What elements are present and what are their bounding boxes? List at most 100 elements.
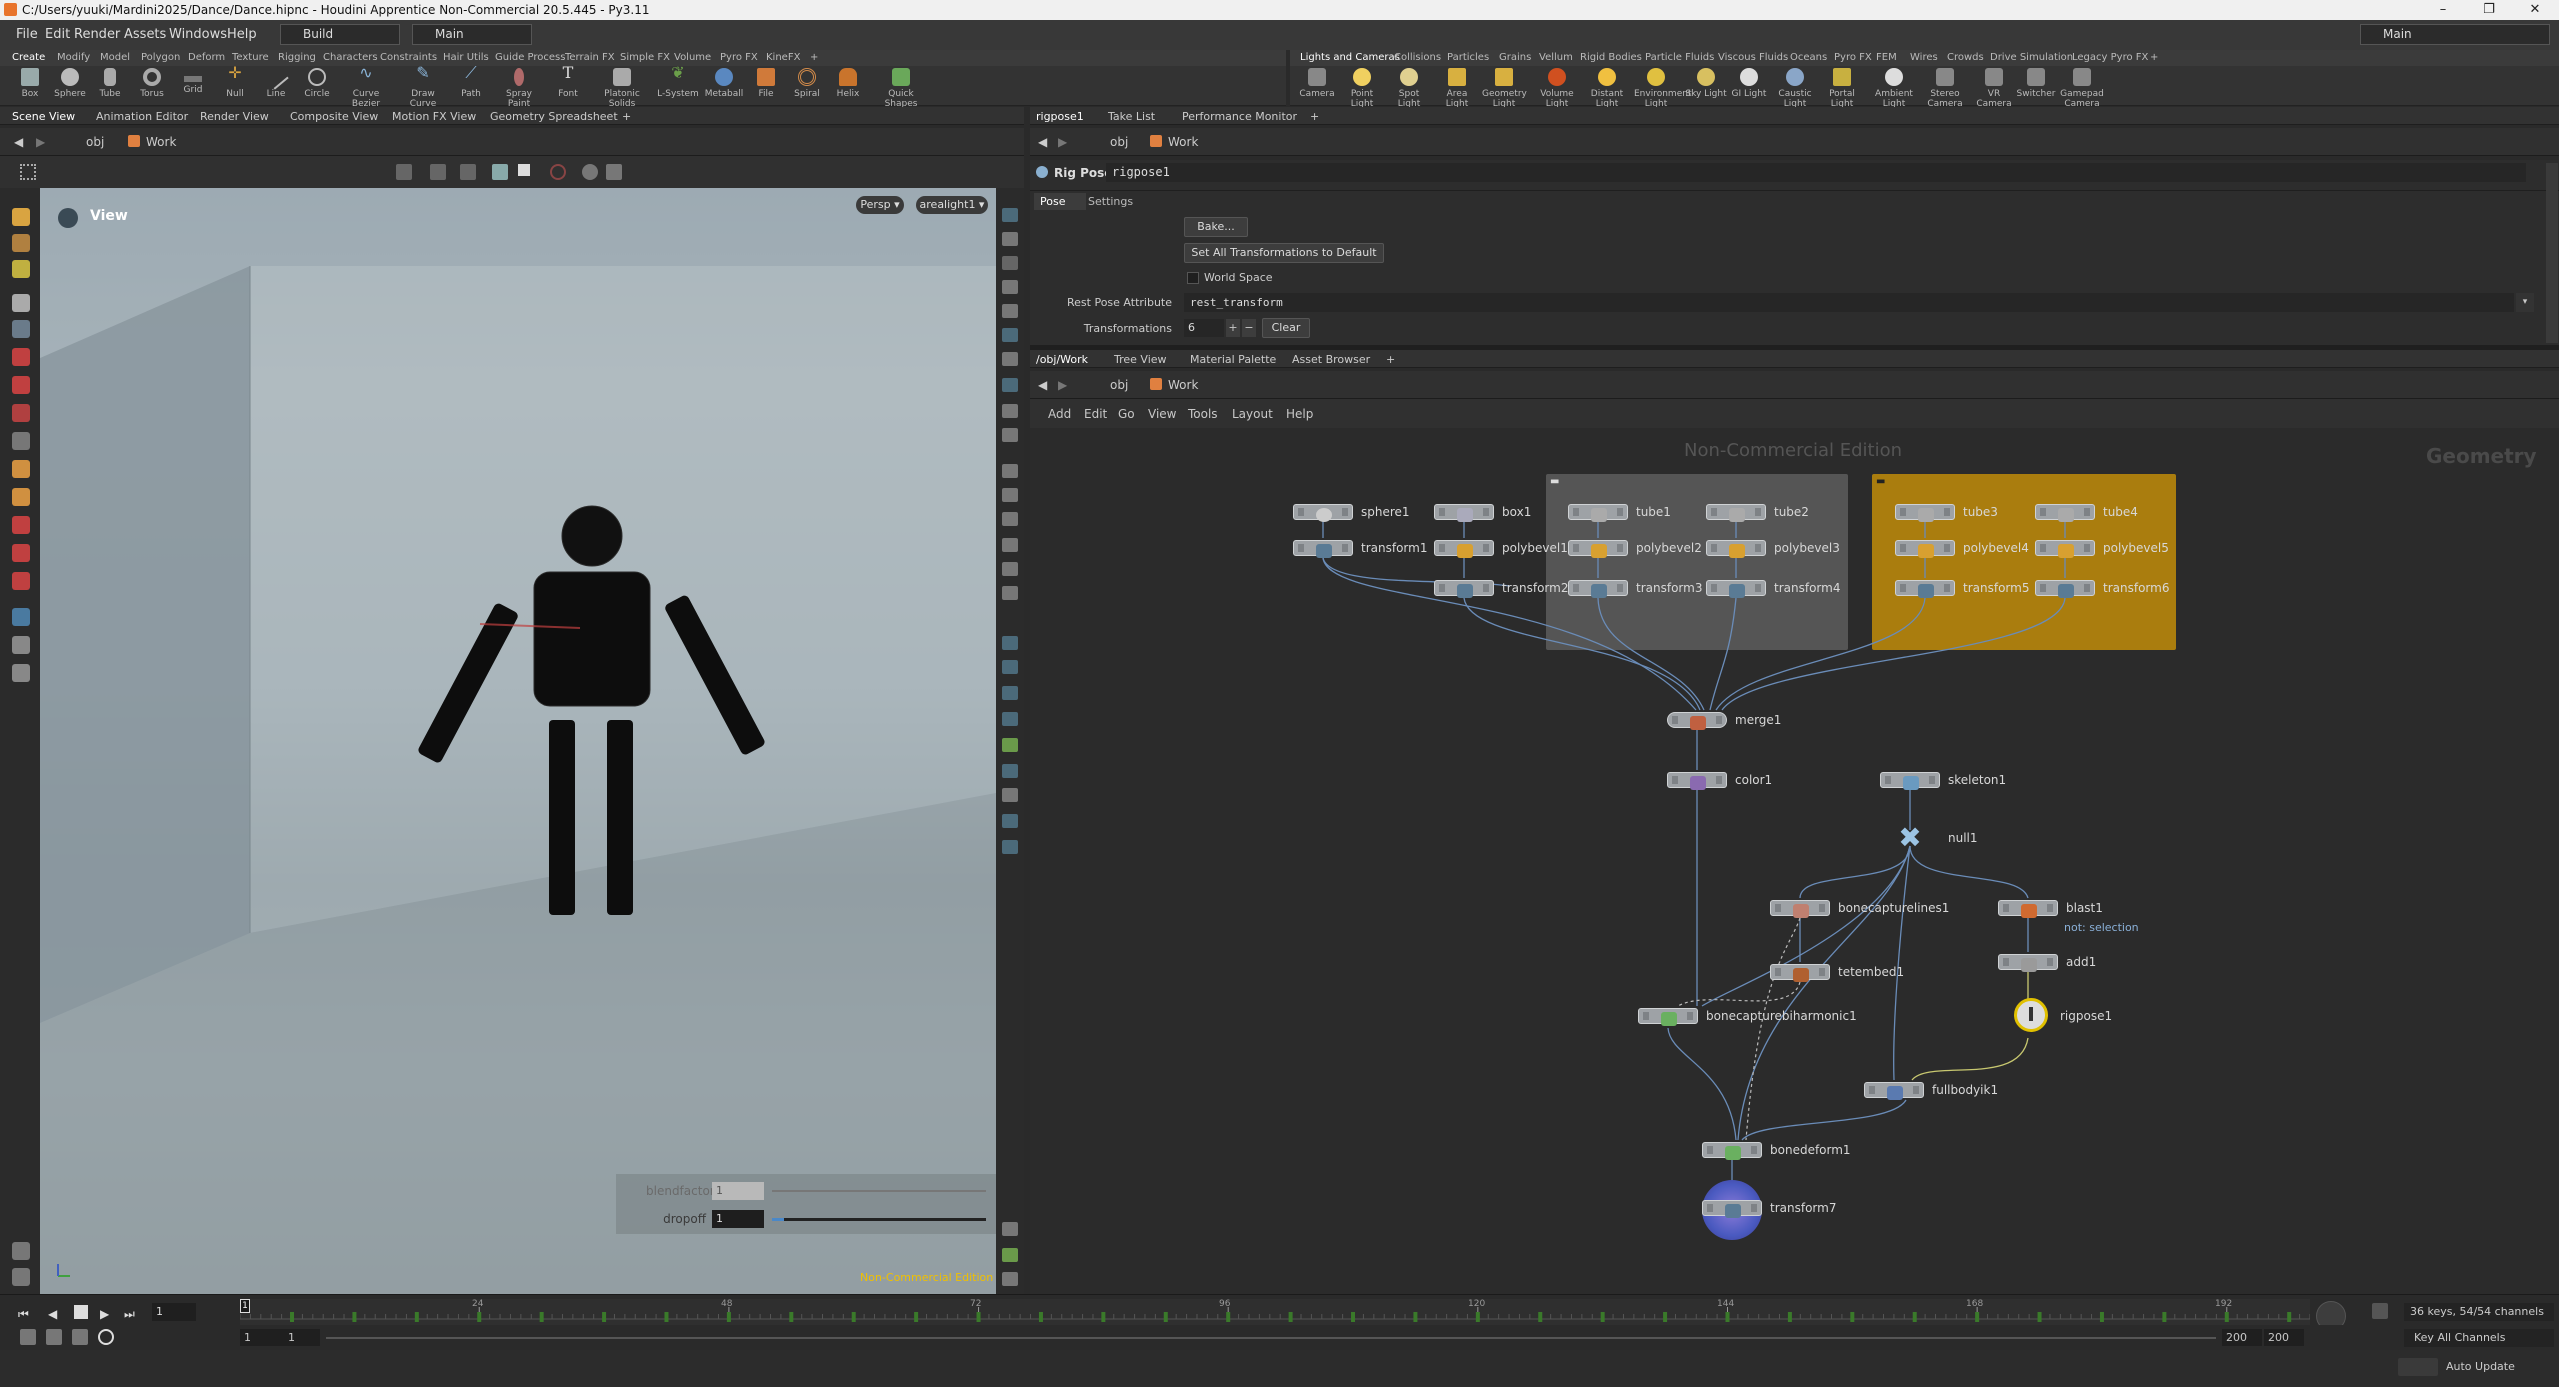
display-option-icon[interactable] <box>1002 488 1018 502</box>
net-menu-help[interactable]: Help <box>1286 407 1313 421</box>
keyframe-marker[interactable] <box>1912 1312 1917 1322</box>
keyframe-marker[interactable] <box>1538 1312 1543 1322</box>
tool-tube[interactable]: Tube <box>88 68 132 99</box>
keyframe-marker[interactable] <box>2099 1312 2104 1322</box>
path-obj[interactable]: obj <box>1110 135 1128 149</box>
rest-pose-menu-icon[interactable]: ▾ <box>2516 293 2534 312</box>
shelf-tab[interactable]: Modify <box>57 52 90 63</box>
node-transform6[interactable]: transform6 <box>2035 578 2169 598</box>
display-option-icon[interactable] <box>1002 232 1018 246</box>
node-transform5[interactable]: transform5 <box>1895 578 2029 598</box>
node-color1[interactable]: color1 <box>1667 770 1772 790</box>
keyframe-marker[interactable] <box>1975 1312 1980 1322</box>
menu-assets[interactable]: Assets <box>124 27 166 42</box>
snap-icon[interactable] <box>396 164 412 180</box>
tool-icon[interactable] <box>12 488 30 506</box>
shelf-tab[interactable]: Volume <box>674 52 711 63</box>
display-icon[interactable] <box>606 164 622 180</box>
realtime-icon[interactable] <box>98 1329 114 1345</box>
keyframe-marker[interactable] <box>664 1312 669 1322</box>
keyframe-marker[interactable] <box>602 1312 607 1322</box>
light-menu[interactable]: arealight1 ▾ <box>916 196 988 214</box>
node-polybevel1[interactable]: polybevel1 <box>1434 538 1568 558</box>
lock-camera-icon[interactable] <box>1002 256 1018 270</box>
tool-icon[interactable] <box>12 1268 30 1286</box>
tool-spiral[interactable]: Spiral <box>785 68 829 99</box>
snap-icon[interactable] <box>460 164 476 180</box>
tab-composite-view[interactable]: Composite View <box>290 110 378 123</box>
shelf-tab[interactable]: Hair Utils <box>443 52 489 63</box>
tool-grid[interactable]: Grid <box>171 68 215 95</box>
shelf-add-tab[interactable]: + <box>810 52 818 63</box>
tool-gamepad-camera[interactable]: Gamepad Camera <box>2060 68 2104 109</box>
param-scrollbar[interactable] <box>2546 163 2558 343</box>
tool-spray-paint[interactable]: Spray Paint <box>497 68 541 109</box>
node-tetembed1[interactable]: tetembed1 <box>1770 962 1904 982</box>
tool-quick-shapes[interactable]: Quick Shapes <box>876 68 926 109</box>
node-add1[interactable]: add1 <box>1998 952 2096 972</box>
tool-icon[interactable] <box>46 1329 62 1345</box>
add-transform-icon[interactable]: + <box>1226 319 1240 337</box>
blendfactor-field[interactable]: 1 <box>712 1182 764 1200</box>
tool-icon[interactable] <box>12 1242 30 1260</box>
keyframe-marker[interactable] <box>976 1312 981 1322</box>
keyframe-marker[interactable] <box>2037 1312 2042 1322</box>
keyframe-marker[interactable] <box>539 1312 544 1322</box>
add-tab-button[interactable]: + <box>1310 110 1319 123</box>
display-option-icon[interactable] <box>1002 660 1018 674</box>
tab-obj-work[interactable]: /obj/Work <box>1036 353 1088 366</box>
shelf-tab[interactable]: Lights and Cameras <box>1300 52 1400 63</box>
tab-material-palette[interactable]: Material Palette <box>1190 353 1276 366</box>
range-start-field[interactable]: 1 <box>240 1329 284 1346</box>
keyframe-marker[interactable] <box>851 1312 856 1322</box>
loop-icon[interactable] <box>72 1329 88 1345</box>
range-start2-field[interactable]: 1 <box>284 1329 320 1346</box>
snap-icon[interactable] <box>492 164 508 180</box>
shelf-tab[interactable]: Create <box>12 52 45 63</box>
shelf-tab[interactable]: Legacy Pyro FX <box>2072 52 2148 63</box>
node-polybevel4[interactable]: polybevel4 <box>1895 538 2029 558</box>
timeline-track[interactable]: 1 24 48 72 96 120 144 168 192 <box>240 1299 2310 1325</box>
tool-ambient-light[interactable]: Ambient Light <box>1868 68 1920 109</box>
tool-icon[interactable] <box>20 1329 36 1345</box>
display-option-icon[interactable] <box>1002 208 1018 222</box>
keyframe-marker[interactable] <box>1351 1312 1356 1322</box>
node-skeleton1[interactable]: skeleton1 <box>1880 770 2006 790</box>
shelf-tab[interactable]: Pyro FX <box>1834 52 1872 63</box>
net-menu-layout[interactable]: Layout <box>1232 407 1273 421</box>
range-end-field[interactable]: 200 <box>2222 1329 2262 1346</box>
display-option-icon[interactable] <box>1002 352 1018 366</box>
shelf-tab[interactable]: FEM <box>1876 52 1897 63</box>
tool-environment-light[interactable]: Environment Light <box>1634 68 1691 109</box>
tab-animation-editor[interactable]: Animation Editor <box>96 110 188 123</box>
tool-helix[interactable]: Helix <box>826 68 870 99</box>
tool-spot-light[interactable]: Spot Light <box>1387 68 1431 109</box>
node-polybevel2[interactable]: polybevel2 <box>1568 538 1702 558</box>
frame-marker[interactable]: 1 <box>240 1299 250 1313</box>
play-button[interactable]: ▶ <box>100 1307 109 1321</box>
select-tool-icon[interactable] <box>12 234 30 252</box>
tool-distant-light[interactable]: Distant Light <box>1585 68 1629 109</box>
display-option-icon[interactable] <box>1002 378 1018 392</box>
net-menu-add[interactable]: Add <box>1048 407 1071 421</box>
node-null1[interactable]: ✖ null1 <box>1880 824 1977 852</box>
keyframe-marker[interactable] <box>1663 1312 1668 1322</box>
display-option-icon[interactable] <box>1002 428 1018 442</box>
keyframe-marker[interactable] <box>2287 1312 2292 1322</box>
path-work[interactable]: Work <box>1168 378 1198 392</box>
display-option-icon[interactable] <box>1002 840 1018 854</box>
key-mode-dropdown[interactable]: Key All Channels <box>2404 1329 2554 1347</box>
keyframe-marker[interactable] <box>1787 1312 1792 1322</box>
tool-switcher[interactable]: Switcher <box>2014 68 2058 99</box>
shelf-tab[interactable]: KineFX <box>766 52 800 63</box>
tool-path[interactable]: ⟋ Path <box>449 65 493 100</box>
path-work[interactable]: Work <box>1168 135 1198 149</box>
shelf-tab[interactable]: Viscous Fluids <box>1718 52 1788 63</box>
menu-windows[interactable]: Windows <box>169 27 227 42</box>
node-transform7[interactable]: transform7 <box>1702 1180 1836 1240</box>
shelf-tab[interactable]: Oceans <box>1790 52 1827 63</box>
keyframe-marker[interactable] <box>914 1312 919 1322</box>
node-blast1[interactable]: blast1 <box>1998 898 2103 918</box>
menu-render[interactable]: Render <box>74 27 120 42</box>
node-polybevel3[interactable]: polybevel3 <box>1706 538 1840 558</box>
